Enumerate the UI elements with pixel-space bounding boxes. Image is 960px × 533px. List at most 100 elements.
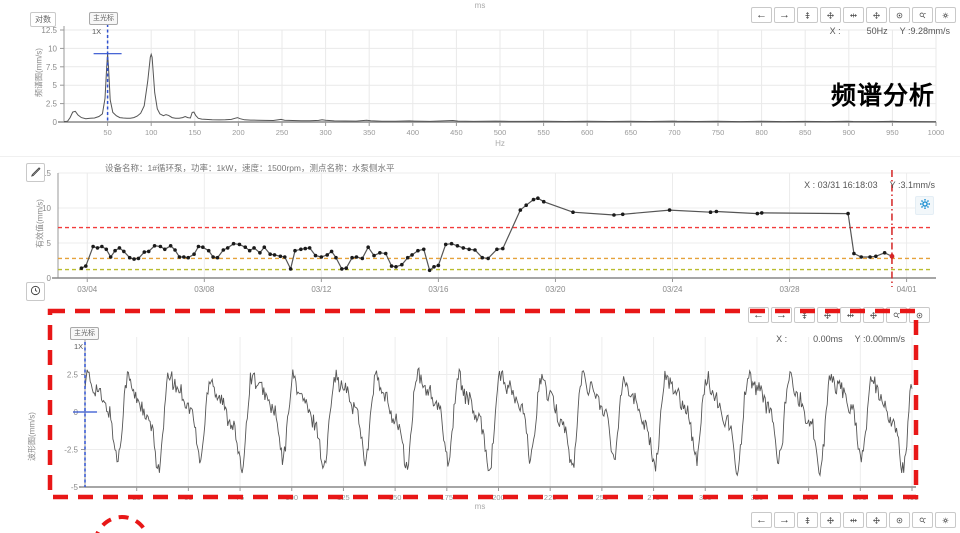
gear-icon (919, 198, 931, 213)
svg-text:150: 150 (389, 493, 402, 502)
svg-text:950: 950 (886, 128, 899, 137)
trend-cursor-readout: X : 03/31 16:18:03Y :3.1mm/s (804, 180, 935, 190)
pan-right-button[interactable]: → (774, 7, 795, 23)
svg-text:500: 500 (494, 128, 507, 137)
pan-left-button[interactable]: ← (751, 512, 772, 528)
trend-device-info: 设备名称：1#循环泵，功率：1kW，速度：1500rpm，测点名称：水泵侧水平 (105, 162, 395, 174)
svg-text:50: 50 (103, 128, 111, 137)
pan-left-button[interactable]: ← (751, 7, 772, 23)
svg-text:125: 125 (337, 493, 350, 502)
expand-vertical-button[interactable] (820, 7, 841, 23)
svg-text:2.5: 2.5 (46, 100, 58, 109)
spectrum-readout-x-value: 50Hz (867, 26, 888, 36)
waveform-cursor-harmonic-label: 1X (74, 342, 83, 351)
spectrum-readout-y-value: Y :9.28mm/s (900, 26, 950, 36)
log-scale-button[interactable]: 对数 (30, 12, 56, 27)
spectrum-primary-cursor-label[interactable]: 主光标 (89, 12, 118, 25)
expand-horizontal-icon (873, 10, 880, 21)
svg-text:750: 750 (712, 128, 725, 137)
compress-vertical-button[interactable] (797, 7, 818, 23)
zoom-select-button[interactable] (886, 307, 907, 323)
edit-button[interactable] (26, 163, 45, 182)
zoom-select-icon (893, 310, 900, 321)
svg-text:150: 150 (189, 128, 202, 137)
expand-vertical-icon (824, 310, 831, 321)
highlight-circle (95, 517, 149, 533)
svg-text:200: 200 (232, 128, 245, 137)
svg-text:5: 5 (47, 239, 52, 248)
autoscale-button[interactable] (889, 7, 910, 23)
settings-icon (942, 10, 949, 21)
compress-horizontal-button[interactable] (843, 512, 864, 528)
spectrum-readout-x-label: X : (830, 26, 841, 36)
expand-vertical-button[interactable] (817, 307, 838, 323)
svg-text:03/12: 03/12 (311, 285, 332, 294)
waveform-readout-x-label: X : (776, 334, 787, 344)
waveform-y-axis-label: 波形图(mm/s) (27, 397, 38, 477)
settings-button[interactable] (935, 512, 956, 528)
waveform-x-axis-unit: ms (0, 502, 960, 511)
autoscale-button[interactable] (889, 512, 910, 528)
svg-text:-2.5: -2.5 (64, 446, 78, 455)
svg-text:75: 75 (236, 493, 244, 502)
compress-vertical-icon (801, 310, 808, 321)
svg-text:325: 325 (751, 493, 764, 502)
expand-vertical-button[interactable] (820, 512, 841, 528)
svg-text:03/24: 03/24 (662, 285, 683, 294)
svg-text:7.5: 7.5 (46, 63, 58, 72)
svg-text:300: 300 (699, 493, 712, 502)
svg-text:400: 400 (407, 128, 420, 137)
settings-button[interactable] (935, 7, 956, 23)
zoom-select-icon (919, 515, 926, 526)
autoscale-icon (896, 10, 903, 21)
waveform-primary-cursor-label[interactable]: 主光标 (70, 327, 99, 340)
settings-icon (942, 515, 949, 526)
expand-horizontal-button[interactable] (866, 512, 887, 528)
waveform-readout-x-value: 0.00ms (813, 334, 843, 344)
spectrum-analysis-title: 频谱分析 (831, 76, 935, 112)
svg-text:25: 25 (133, 493, 141, 502)
svg-text:225: 225 (544, 493, 557, 502)
svg-text:04/01: 04/01 (897, 285, 918, 294)
expand-horizontal-icon (870, 310, 877, 321)
svg-text:03/28: 03/28 (780, 285, 801, 294)
spectrum-cursor-readout: X : 50Hz Y :9.28mm/s (830, 26, 950, 36)
waveform-toolbar: ←→ (748, 307, 930, 323)
compress-vertical-button[interactable] (794, 307, 815, 323)
history-button[interactable] (26, 282, 45, 301)
compress-horizontal-icon (850, 10, 857, 21)
pan-left-button[interactable]: ← (748, 307, 769, 323)
svg-text:375: 375 (854, 493, 867, 502)
svg-text:250: 250 (596, 493, 609, 502)
svg-text:275: 275 (647, 493, 660, 502)
expand-horizontal-button[interactable] (863, 307, 884, 323)
svg-text:350: 350 (363, 128, 376, 137)
compress-horizontal-button[interactable] (843, 7, 864, 23)
waveform-readout-y-value: Y :0.00mm/s (855, 334, 905, 344)
spectrum-toolbar: ←→ (751, 7, 956, 23)
trend-y-axis-label: 有效值(mm/s) (35, 184, 46, 264)
svg-text:-5: -5 (71, 483, 79, 492)
autoscale-icon (916, 310, 923, 321)
compress-horizontal-button[interactable] (840, 307, 861, 323)
svg-text:Hz: Hz (495, 139, 505, 148)
svg-text:550: 550 (537, 128, 550, 137)
svg-text:200: 200 (492, 493, 505, 502)
svg-text:300: 300 (319, 128, 332, 137)
svg-text:175: 175 (441, 493, 454, 502)
svg-text:600: 600 (581, 128, 594, 137)
trend-readout-x-value: X : 03/31 16:18:03 (804, 180, 878, 190)
pan-right-button[interactable]: → (774, 512, 795, 528)
zoom-select-button[interactable] (912, 7, 933, 23)
compress-vertical-button[interactable] (797, 512, 818, 528)
svg-text:50: 50 (184, 493, 192, 502)
pan-right-button[interactable]: → (771, 307, 792, 323)
clock-icon (30, 284, 41, 299)
zoom-select-button[interactable] (912, 512, 933, 528)
trend-settings-button[interactable] (915, 196, 934, 215)
spectrum-y-axis-label: 频谱图(mm/s) (34, 33, 45, 113)
autoscale-button[interactable] (909, 307, 930, 323)
svg-text:03/16: 03/16 (428, 285, 449, 294)
expand-horizontal-button[interactable] (866, 7, 887, 23)
autoscale-icon (896, 515, 903, 526)
